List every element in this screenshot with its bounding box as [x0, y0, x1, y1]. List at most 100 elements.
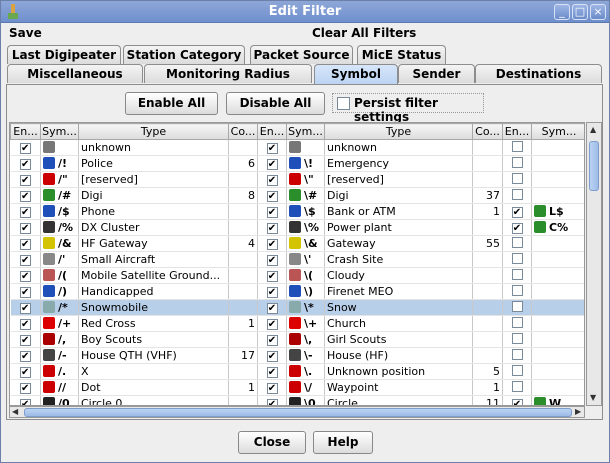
- enabled-cell[interactable]: ✔: [502, 395, 532, 405]
- enabled-cell[interactable]: ✔: [257, 203, 287, 220]
- enabled-checkbox[interactable]: [511, 300, 523, 312]
- enabled-checkbox[interactable]: [511, 332, 523, 344]
- tab-miscellaneous[interactable]: Miscellaneous: [7, 64, 143, 83]
- enabled-cell[interactable]: ✔: [10, 347, 41, 364]
- table-row[interactable]: ✔ /' Small Aircraft ✔ \' Crash Site: [10, 251, 584, 268]
- enabled-checkbox[interactable]: ✔: [266, 287, 278, 298]
- table-row[interactable]: ✔ /* Snowmobile ✔ \* Snow: [10, 299, 584, 316]
- enabled-cell[interactable]: [502, 331, 532, 348]
- table-row[interactable]: ✔ /- House QTH (VHF) 17 ✔ \- House (HF): [10, 347, 584, 364]
- enabled-cell[interactable]: ✔: [10, 155, 41, 172]
- close-window-button[interactable]: ×: [590, 4, 606, 20]
- tab-packet-source[interactable]: Packet Source: [250, 45, 353, 64]
- enabled-checkbox[interactable]: ✔: [19, 319, 31, 330]
- enabled-checkbox[interactable]: [511, 172, 523, 184]
- enabled-checkbox[interactable]: [511, 140, 523, 152]
- enabled-checkbox[interactable]: ✔: [266, 191, 278, 202]
- col-symbol-3[interactable]: Sym...: [531, 123, 584, 140]
- col-count-1[interactable]: Co...: [228, 123, 258, 140]
- enabled-checkbox[interactable]: [511, 316, 523, 328]
- table-row[interactable]: ✔//Dot 1 ✔ \/Waypoint 1: [10, 379, 584, 396]
- enabled-cell[interactable]: ✔: [257, 267, 287, 284]
- tab-sender[interactable]: Sender: [398, 64, 475, 83]
- enabled-cell[interactable]: ✔: [257, 363, 287, 380]
- scroll-up-icon[interactable]: ▲: [590, 125, 596, 134]
- enabled-checkbox[interactable]: [511, 156, 523, 168]
- col-type-2[interactable]: Type: [324, 123, 473, 140]
- enabled-checkbox[interactable]: ✔: [266, 367, 278, 378]
- enabled-checkbox[interactable]: ✔: [511, 207, 523, 218]
- enabled-checkbox[interactable]: ✔: [19, 143, 31, 154]
- enabled-cell[interactable]: ✔: [257, 187, 287, 204]
- table-row[interactable]: ✔ /% DX Cluster ✔ \% Power plant ✔ C%: [10, 219, 584, 236]
- enabled-cell[interactable]: [502, 171, 532, 188]
- table-row[interactable]: ✔/# Digi 8 ✔ \# Digi 37: [10, 187, 584, 204]
- enabled-cell[interactable]: [502, 155, 532, 172]
- enabled-cell[interactable]: ✔: [10, 251, 41, 268]
- persist-filter-toggle[interactable]: Persist filter settings: [332, 93, 484, 124]
- enabled-checkbox[interactable]: ✔: [19, 399, 31, 405]
- tab-station-category[interactable]: Station Category: [123, 45, 245, 64]
- tab-symbol[interactable]: Symbol: [314, 64, 398, 84]
- enabled-cell[interactable]: ✔: [257, 235, 287, 252]
- enabled-checkbox[interactable]: ✔: [19, 255, 31, 266]
- enabled-checkbox[interactable]: ✔: [266, 159, 278, 170]
- table-vertical-scrollbar[interactable]: ▲ ▼: [586, 122, 602, 406]
- col-enabled-2[interactable]: En...: [257, 123, 287, 140]
- enabled-cell[interactable]: ✔: [10, 379, 41, 396]
- enabled-cell[interactable]: ✔: [257, 251, 287, 268]
- enabled-checkbox[interactable]: [511, 364, 523, 376]
- enabled-checkbox[interactable]: ✔: [19, 383, 31, 394]
- enabled-checkbox[interactable]: ✔: [266, 271, 278, 282]
- enabled-cell[interactable]: ✔: [502, 203, 532, 220]
- table-row[interactable]: ✔ /) Handicapped ✔ \) Firenet MEO: [10, 283, 584, 300]
- enabled-cell[interactable]: [502, 267, 532, 284]
- enabled-cell[interactable]: ✔: [257, 155, 287, 172]
- table-row[interactable]: ✔ /+ Red Cross 1 ✔ \+ Church: [10, 315, 584, 332]
- tab-last-digipeater[interactable]: Last Digipeater: [7, 45, 121, 64]
- enabled-cell[interactable]: ✔: [257, 219, 287, 236]
- enabled-checkbox[interactable]: [511, 284, 523, 296]
- maximize-button[interactable]: □: [572, 4, 588, 20]
- scroll-right-icon[interactable]: ▶: [575, 407, 581, 416]
- enabled-cell[interactable]: ✔: [257, 315, 287, 332]
- menu-save[interactable]: Save: [9, 26, 42, 40]
- enabled-checkbox[interactable]: ✔: [19, 159, 31, 170]
- enabled-checkbox[interactable]: ✔: [19, 239, 31, 250]
- enabled-checkbox[interactable]: ✔: [266, 335, 278, 346]
- enabled-cell[interactable]: ✔: [10, 219, 41, 236]
- enabled-checkbox[interactable]: ✔: [19, 191, 31, 202]
- enabled-checkbox[interactable]: ✔: [266, 207, 278, 218]
- enabled-cell[interactable]: ✔: [10, 299, 41, 316]
- enabled-cell[interactable]: [502, 299, 532, 316]
- enabled-checkbox[interactable]: ✔: [19, 367, 31, 378]
- col-count-2[interactable]: Co...: [472, 123, 503, 140]
- enabled-cell[interactable]: ✔: [10, 315, 41, 332]
- enabled-cell[interactable]: ✔: [10, 203, 41, 220]
- enabled-cell[interactable]: ✔: [10, 171, 41, 188]
- enabled-checkbox[interactable]: ✔: [266, 319, 278, 330]
- enabled-checkbox[interactable]: ✔: [266, 223, 278, 234]
- enabled-checkbox[interactable]: [511, 268, 523, 280]
- enabled-checkbox[interactable]: ✔: [266, 255, 278, 266]
- enabled-cell[interactable]: [502, 187, 532, 204]
- enabled-cell[interactable]: ✔: [10, 139, 41, 156]
- title-bar[interactable]: Edit Filter _ □ ×: [1, 1, 609, 23]
- scroll-down-icon[interactable]: ▼: [590, 393, 596, 402]
- enabled-checkbox[interactable]: ✔: [266, 175, 278, 186]
- enabled-checkbox[interactable]: ✔: [266, 399, 278, 405]
- enabled-checkbox[interactable]: ✔: [266, 383, 278, 394]
- table-row[interactable]: ✔ /, Boy Scouts ✔ \, Girl Scouts: [10, 331, 584, 348]
- enabled-checkbox[interactable]: ✔: [19, 223, 31, 234]
- table-row[interactable]: ✔ unknown ✔ unknown: [10, 139, 584, 156]
- enabled-checkbox[interactable]: ✔: [266, 239, 278, 250]
- col-symbol-1[interactable]: Sym...: [40, 123, 79, 140]
- col-symbol-2[interactable]: Sym...: [286, 123, 325, 140]
- table-row[interactable]: ✔ /& HF Gateway 4 ✔ \& Gateway 55: [10, 235, 584, 252]
- enabled-checkbox[interactable]: ✔: [266, 303, 278, 314]
- enabled-cell[interactable]: ✔: [257, 139, 287, 156]
- enabled-cell[interactable]: ✔: [257, 283, 287, 300]
- scroll-left-icon[interactable]: ◀: [12, 407, 18, 416]
- minimize-button[interactable]: _: [554, 4, 570, 20]
- enabled-cell[interactable]: ✔: [257, 379, 287, 396]
